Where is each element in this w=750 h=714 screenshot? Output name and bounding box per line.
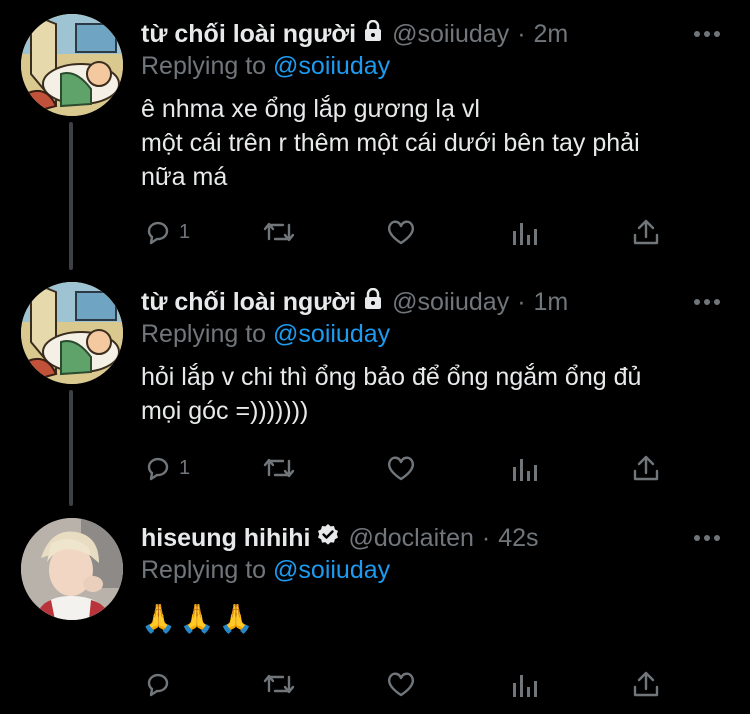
heart-icon	[387, 456, 415, 481]
mention-link[interactable]: @soiiuday	[273, 320, 390, 348]
avatar[interactable]	[21, 518, 123, 620]
reply-button[interactable]: 1	[143, 450, 190, 486]
retweet-button[interactable]	[261, 666, 297, 702]
analytics-icon	[513, 459, 537, 481]
tweet-text-line: mọi góc =)))))))	[141, 397, 309, 425]
author-handle[interactable]: @soiiuday	[392, 20, 509, 49]
author-handle[interactable]: @doclaiten	[348, 524, 473, 553]
tweet-text-line: hỏi lắp v chi thì ổng bảo để ổng ngắm ổn…	[141, 363, 642, 391]
share-button[interactable]	[631, 214, 661, 250]
person-photo-avatar	[21, 518, 123, 620]
lock-icon	[362, 287, 384, 317]
reply-count: 1	[179, 220, 191, 243]
share-button[interactable]	[631, 666, 661, 702]
cartoon-sleeping-kid-avatar	[21, 282, 123, 384]
replying-to: Replying to @soiiuday	[141, 556, 390, 585]
author-name[interactable]: từ chối loài người	[141, 288, 356, 317]
lock-icon	[362, 19, 384, 49]
author-name[interactable]: từ chối loài người	[141, 20, 356, 49]
like-button[interactable]	[385, 450, 417, 486]
author-handle[interactable]: @soiiuday	[392, 288, 509, 317]
tweet-text: 🙏🙏🙏	[141, 602, 721, 636]
heart-icon	[387, 220, 415, 245]
reply-button[interactable]: 1	[143, 214, 190, 250]
share-icon	[633, 671, 659, 697]
more-icon[interactable]	[692, 27, 722, 41]
more-icon[interactable]	[692, 295, 722, 309]
replying-to-label: Replying to	[141, 556, 267, 584]
analytics-icon	[513, 223, 537, 245]
timestamp[interactable]: 2m	[534, 20, 569, 49]
reply-button[interactable]	[143, 666, 179, 702]
author-name[interactable]: hiseung hihihi	[141, 524, 310, 553]
heart-icon	[387, 672, 415, 697]
replying-to: Replying to @soiiuday	[141, 52, 390, 81]
like-button[interactable]	[385, 214, 417, 250]
mention-link[interactable]: @soiiuday	[273, 556, 390, 584]
retweet-icon	[263, 674, 295, 694]
replying-to-label: Replying to	[141, 52, 267, 80]
cartoon-sleeping-kid-avatar	[21, 14, 123, 116]
tweet-text-line: nữa má	[141, 163, 228, 191]
replying-to: Replying to @soiiuday	[141, 320, 390, 349]
separator-dot: ·	[517, 287, 526, 316]
tweet-text-line: một cái trên r thêm một cái dưới bên tay…	[141, 129, 640, 157]
avatar[interactable]	[21, 282, 123, 384]
reply-icon	[147, 673, 169, 697]
like-button[interactable]	[385, 666, 417, 702]
tweet-text: hỏi lắp v chi thì ổng bảo để ổng ngắm ổn…	[141, 360, 721, 428]
timestamp[interactable]: 42s	[498, 524, 538, 553]
tweet-header: từ chối loài người @soiiuday · 2m	[141, 17, 568, 51]
prayer-emoji: 🙏🙏🙏	[141, 602, 258, 635]
replying-to-label: Replying to	[141, 320, 267, 348]
action-bar: 1	[141, 214, 681, 250]
tweet-text: ê nhma xe ổng lắp gương lạ vl một cái tr…	[141, 92, 721, 194]
reply-icon	[147, 221, 169, 245]
mention-link[interactable]: @soiiuday	[273, 52, 390, 80]
views-button[interactable]	[511, 214, 539, 250]
action-bar: 1	[141, 450, 681, 486]
tweet-header: hiseung hihihi @doclaiten · 42s	[141, 521, 539, 555]
tweet-header: từ chối loài người @soiiuday · 1m	[141, 285, 568, 319]
separator-dot: ·	[517, 19, 526, 48]
timestamp[interactable]: 1m	[534, 288, 569, 317]
share-icon	[633, 219, 659, 245]
retweet-icon	[263, 222, 295, 242]
views-button[interactable]	[511, 450, 539, 486]
retweet-button[interactable]	[261, 214, 297, 250]
action-bar	[141, 666, 681, 702]
avatar[interactable]	[21, 14, 123, 116]
tweet[interactable]: từ chối loài người @soiiuday · 1m Replyi…	[0, 268, 750, 504]
reply-count: 1	[179, 456, 191, 479]
tweet[interactable]: hiseung hihihi @doclaiten · 42s Replying…	[0, 504, 750, 714]
analytics-icon	[513, 675, 537, 697]
tweet[interactable]: từ chối loài người @soiiuday · 2m Replyi…	[0, 0, 750, 268]
more-icon[interactable]	[692, 531, 722, 545]
views-button[interactable]	[511, 666, 539, 702]
reply-icon	[147, 457, 169, 481]
tweet-text-line: ê nhma xe ổng lắp gương lạ vl	[141, 95, 480, 123]
retweet-icon	[263, 458, 295, 478]
verified-icon	[316, 523, 340, 554]
separator-dot: ·	[481, 523, 491, 552]
retweet-button[interactable]	[261, 450, 297, 486]
share-button[interactable]	[631, 450, 661, 486]
share-icon	[633, 455, 659, 481]
